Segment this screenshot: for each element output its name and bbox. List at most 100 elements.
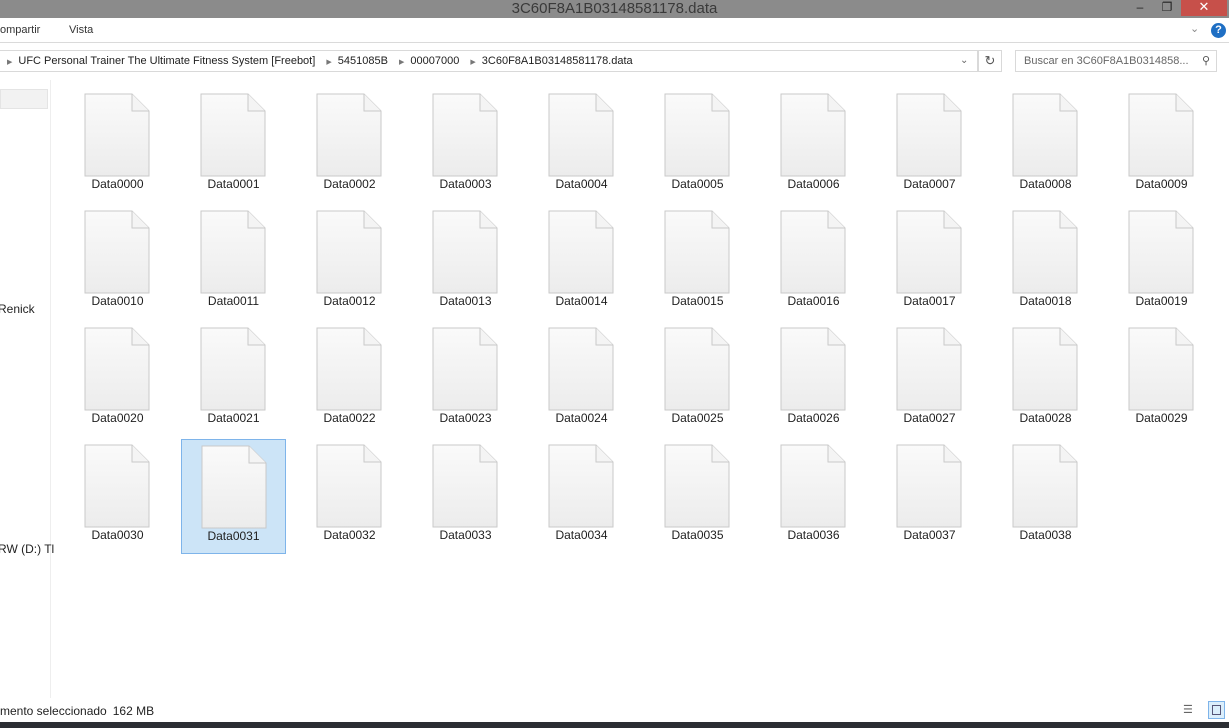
chevron-right-icon[interactable]: ▶ [470, 53, 475, 71]
file-name: Data0024 [555, 411, 608, 425]
file-item[interactable]: Data0034 [529, 439, 634, 554]
file-icon [548, 210, 614, 294]
file-item[interactable]: Data0024 [529, 322, 634, 437]
file-item[interactable]: Data0035 [645, 439, 750, 554]
taskbar [0, 722, 1229, 728]
file-name: Data0034 [555, 528, 608, 542]
ribbon: ompartir Vista ⌄ ? [0, 18, 1229, 43]
file-item[interactable]: Data0009 [1109, 88, 1214, 203]
tab-vista[interactable]: Vista [69, 24, 93, 36]
file-item[interactable]: Data0023 [413, 322, 518, 437]
file-item[interactable]: Data0025 [645, 322, 750, 437]
file-item[interactable]: Data0036 [761, 439, 866, 554]
file-item[interactable]: Data0000 [65, 88, 170, 203]
file-name: Data0011 [207, 294, 260, 308]
file-name: Data0026 [787, 411, 840, 425]
file-item[interactable]: Data0001 [181, 88, 286, 203]
file-name: Data0016 [787, 294, 840, 308]
file-name: Data0017 [903, 294, 956, 308]
file-icon [548, 327, 614, 411]
chevron-right-icon[interactable]: ▶ [326, 53, 331, 71]
file-item[interactable]: Data0019 [1109, 205, 1214, 320]
chevron-right-icon[interactable]: ▶ [399, 53, 404, 71]
file-item[interactable]: Data0022 [297, 322, 402, 437]
file-item[interactable]: Data0011 [181, 205, 286, 320]
address-bar[interactable]: ▶ UFC Personal Trainer The Ultimate Fitne… [0, 50, 978, 72]
file-name: Data0004 [555, 177, 608, 191]
address-dropdown-icon[interactable]: ⌄ [960, 55, 968, 66]
file-name: Data0035 [671, 528, 724, 542]
file-item[interactable]: Data0032 [297, 439, 402, 554]
file-name: Data0002 [323, 177, 376, 191]
file-item[interactable]: Data0014 [529, 205, 634, 320]
file-name: Data0000 [91, 177, 144, 191]
file-icon [548, 444, 614, 528]
file-item[interactable]: Data0038 [993, 439, 1098, 554]
file-item[interactable]: Data0037 [877, 439, 982, 554]
close-button[interactable]: ✕ [1181, 0, 1227, 16]
file-icon [200, 210, 266, 294]
file-item[interactable]: Data0002 [297, 88, 402, 203]
search-icon: ⚲ [1201, 55, 1210, 67]
breadcrumb-item[interactable]: 5451085B [338, 51, 388, 71]
file-item[interactable]: Data0027 [877, 322, 982, 437]
restore-button[interactable]: ❐ [1153, 0, 1181, 16]
file-item[interactable]: Data0010 [65, 205, 170, 320]
breadcrumb-item[interactable]: UFC Personal Trainer The Ultimate Fitnes… [18, 51, 315, 71]
file-name: Data0037 [903, 528, 956, 542]
file-icon [1012, 93, 1078, 177]
breadcrumb-item[interactable]: 3C60F8A1B03148581178.data [482, 51, 633, 71]
refresh-button[interactable]: ↻ [978, 50, 1002, 72]
search-placeholder: Buscar en 3C60F8A1B0314858... [1024, 55, 1189, 67]
file-item[interactable]: Data0021 [181, 322, 286, 437]
file-icon [432, 444, 498, 528]
details-view-icon[interactable]: ☰ [1183, 703, 1197, 717]
status-selection: mento seleccionado [0, 704, 107, 718]
tab-compartir[interactable]: ompartir [0, 24, 40, 36]
file-icon [316, 210, 382, 294]
file-item[interactable]: Data0006 [761, 88, 866, 203]
file-icon [896, 327, 962, 411]
file-name: Data0015 [671, 294, 724, 308]
file-icon [316, 93, 382, 177]
file-icon [664, 327, 730, 411]
file-item[interactable]: Data0031 [181, 439, 286, 554]
file-item[interactable]: Data0017 [877, 205, 982, 320]
file-item[interactable]: Data0028 [993, 322, 1098, 437]
file-icon [84, 210, 150, 294]
file-name: Data0007 [903, 177, 956, 191]
file-item[interactable]: Data0013 [413, 205, 518, 320]
file-item[interactable]: Data0029 [1109, 322, 1214, 437]
file-item[interactable]: Data0008 [993, 88, 1098, 203]
file-name: Data0023 [439, 411, 492, 425]
large-icons-view-icon[interactable] [1208, 701, 1225, 719]
file-item[interactable]: Data0016 [761, 205, 866, 320]
file-icon [84, 327, 150, 411]
file-icon [316, 444, 382, 528]
file-item[interactable]: Data0003 [413, 88, 518, 203]
file-item[interactable]: Data0026 [761, 322, 866, 437]
file-item[interactable]: Data0012 [297, 205, 402, 320]
help-icon[interactable]: ? [1211, 23, 1226, 38]
file-item[interactable]: Data0004 [529, 88, 634, 203]
file-item[interactable]: Data0007 [877, 88, 982, 203]
expand-ribbon-icon[interactable]: ⌄ [1190, 22, 1199, 35]
file-item[interactable]: Data0020 [65, 322, 170, 437]
nav-item[interactable]: Renick [0, 302, 35, 316]
file-item[interactable]: Data0033 [413, 439, 518, 554]
file-item[interactable]: Data0005 [645, 88, 750, 203]
nav-item-drive[interactable]: RW (D:) Tl [0, 542, 54, 556]
file-icon [84, 93, 150, 177]
file-item[interactable]: Data0018 [993, 205, 1098, 320]
file-item[interactable]: Data0030 [65, 439, 170, 554]
file-icon [780, 327, 846, 411]
file-icon [1012, 210, 1078, 294]
file-name: Data0033 [439, 528, 492, 542]
breadcrumb-item[interactable]: 00007000 [410, 51, 459, 71]
nav-item-selected[interactable] [0, 89, 48, 109]
minimize-button[interactable]: – [1126, 0, 1154, 16]
file-name: Data0038 [1019, 528, 1072, 542]
file-icon [432, 327, 498, 411]
search-input[interactable]: Buscar en 3C60F8A1B0314858... ⚲ [1015, 50, 1217, 72]
file-item[interactable]: Data0015 [645, 205, 750, 320]
